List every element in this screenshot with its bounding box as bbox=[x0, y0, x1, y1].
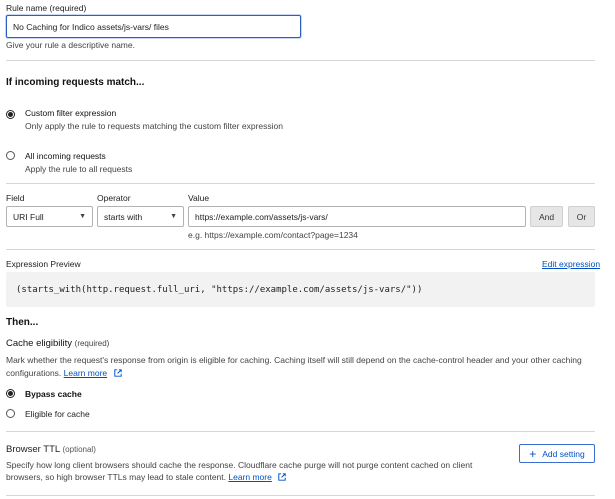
divider bbox=[6, 495, 595, 496]
divider bbox=[6, 249, 595, 250]
bypass-cache-label: Bypass cache bbox=[25, 389, 82, 399]
radio-eligible-for-cache[interactable] bbox=[6, 409, 15, 418]
rule-name-value: No Caching for Indico assets/js-vars/ fi… bbox=[13, 21, 169, 32]
cache-eligibility-title: Cache eligibility bbox=[6, 338, 73, 349]
operator-label: Operator bbox=[97, 193, 131, 203]
rule-name-help: Give your rule a descriptive name. bbox=[6, 40, 135, 50]
field-select-value: URI Full bbox=[13, 211, 44, 222]
radio-all-requests[interactable] bbox=[6, 151, 15, 160]
field-label: Field bbox=[6, 193, 25, 203]
edit-expression-link[interactable]: Edit expression bbox=[542, 259, 600, 269]
or-button[interactable]: Or bbox=[568, 206, 595, 227]
radio-custom-filter[interactable] bbox=[6, 110, 15, 119]
operator-select[interactable]: starts with ▼ bbox=[97, 206, 184, 227]
expression-code-text: (starts_with(http.request.full_uri, "htt… bbox=[16, 284, 423, 295]
then-heading: Then... bbox=[6, 317, 39, 328]
browser-ttl-title: Browser TTL bbox=[6, 444, 60, 455]
value-label: Value bbox=[188, 193, 210, 203]
eligible-for-cache-label: Eligible for cache bbox=[25, 409, 90, 419]
value-hint: e.g. https://example.com/contact?page=12… bbox=[188, 230, 358, 240]
cache-eligibility-desc-block: Mark whether the request's response from… bbox=[6, 354, 606, 381]
divider bbox=[6, 431, 595, 432]
all-requests-title: All incoming requests bbox=[25, 151, 106, 161]
expression-code: (starts_with(http.request.full_uri, "htt… bbox=[6, 272, 595, 307]
external-link-icon[interactable] bbox=[113, 368, 122, 381]
browser-ttl-optional: (optional) bbox=[62, 445, 96, 454]
divider bbox=[6, 60, 595, 61]
cache-eligibility-learn-more[interactable]: Learn more bbox=[64, 368, 107, 378]
external-link-icon[interactable] bbox=[278, 472, 286, 484]
browser-ttl-heading: Browser TTL (optional) bbox=[6, 444, 96, 455]
custom-filter-desc: Only apply the rule to requests matching… bbox=[25, 121, 283, 131]
value-input-value: https://example.com/assets/js-vars/ bbox=[195, 211, 328, 222]
divider bbox=[6, 183, 595, 184]
value-input[interactable]: https://example.com/assets/js-vars/ bbox=[188, 206, 526, 227]
all-requests-desc: Apply the rule to all requests bbox=[25, 164, 133, 174]
rule-name-label: Rule name (required) bbox=[6, 3, 87, 13]
rule-name-input[interactable]: No Caching for Indico assets/js-vars/ fi… bbox=[6, 15, 301, 38]
field-select[interactable]: URI Full ▼ bbox=[6, 206, 93, 227]
operator-select-value: starts with bbox=[104, 211, 143, 222]
plus-icon: + bbox=[529, 446, 537, 461]
cache-eligibility-required: (required) bbox=[74, 339, 110, 348]
incoming-heading: If incoming requests match... bbox=[6, 77, 145, 88]
add-setting-button[interactable]: + Add setting bbox=[519, 444, 595, 463]
browser-ttl-desc-block: Specify how long client browsers should … bbox=[6, 459, 506, 484]
custom-filter-title: Custom filter expression bbox=[25, 108, 117, 118]
chevron-down-icon: ▼ bbox=[170, 213, 177, 220]
cache-eligibility-heading: Cache eligibility (required) bbox=[6, 338, 109, 349]
expression-preview-label: Expression Preview bbox=[6, 259, 81, 269]
add-setting-label: Add setting bbox=[542, 448, 585, 459]
chevron-down-icon: ▼ bbox=[79, 213, 86, 220]
radio-bypass-cache[interactable] bbox=[6, 389, 15, 398]
and-button[interactable]: And bbox=[530, 206, 563, 227]
browser-ttl-learn-more[interactable]: Learn more bbox=[228, 472, 271, 482]
